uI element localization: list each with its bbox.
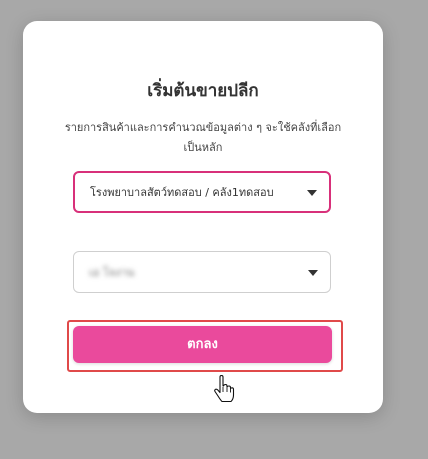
user-select[interactable]: เอ โจงาน <box>73 251 331 293</box>
start-retail-dialog: เริ่มต้นขายปลีก รายการสินค้าและการคำนวณข… <box>23 21 383 413</box>
confirm-button[interactable]: ตกลง <box>73 326 332 363</box>
chevron-down-icon <box>308 270 318 276</box>
hand-pointer-icon <box>214 375 235 403</box>
chevron-down-icon <box>307 190 317 196</box>
branch-warehouse-select[interactable]: โรงพยาบาลสัตว์ทดสอบ / คลัง1ทดสอบ <box>73 171 331 213</box>
dialog-title: เริ่มต้นขายปลีก <box>147 81 259 101</box>
user-select-value: เอ โจงาน <box>89 266 135 279</box>
branch-warehouse-select-value: โรงพยาบาลสัตว์ทดสอบ / คลัง1ทดสอบ <box>90 186 274 199</box>
dialog-description: รายการสินค้าและการคำนวณข้อมูลต่าง ๆ จะใช… <box>64 121 342 154</box>
